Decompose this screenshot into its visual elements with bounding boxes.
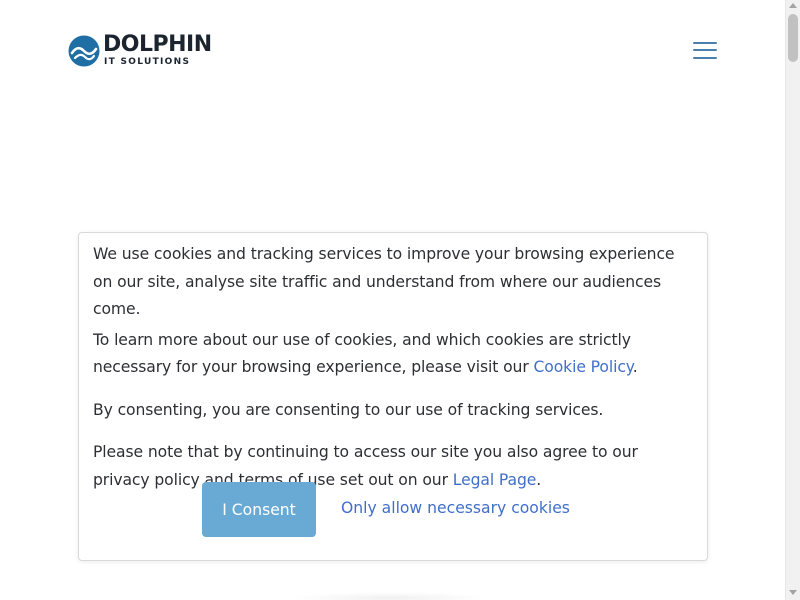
cookie-consent-dialog: We use cookies and tracking services to … [78,232,708,561]
consent-button[interactable]: I Consent [202,482,316,537]
hamburger-menu-icon[interactable] [693,41,718,61]
logo-subtitle: IT SOLUTIONS [104,57,191,67]
logo[interactable]: DOLPHIN IT SOLUTIONS [68,34,212,67]
menu-line [693,42,717,44]
scrollbar-thumb[interactable] [788,14,798,62]
menu-line [693,57,717,59]
cookie-text-usage: We use cookies and tracking services to … [93,245,675,318]
dolphin-wave-logo-icon [68,35,100,66]
content-shadow [290,592,490,600]
menu-line [693,49,717,51]
necessary-cookies-link[interactable]: Only allow necessary cookies [341,499,570,517]
cookie-policy-period: . [632,358,638,376]
cookie-text-consenting: By consenting, you are consenting to our… [93,400,604,419]
cookie-actions: I Consent Only allow necessary cookies [79,482,707,538]
logo-text: DOLPHIN IT SOLUTIONS [103,32,212,68]
vertical-scrollbar[interactable] [785,0,800,600]
scroll-up-arrow-icon[interactable] [789,3,797,8]
page: DOLPHIN IT SOLUTIONS We use cookies and … [0,0,785,600]
cookie-policy-link[interactable]: Cookie Policy [534,358,633,376]
logo-name: DOLPHIN [103,32,212,57]
cookie-text-policy: To learn more about our use of cookies, … [93,327,693,382]
scroll-down-arrow-icon[interactable] [789,590,797,595]
